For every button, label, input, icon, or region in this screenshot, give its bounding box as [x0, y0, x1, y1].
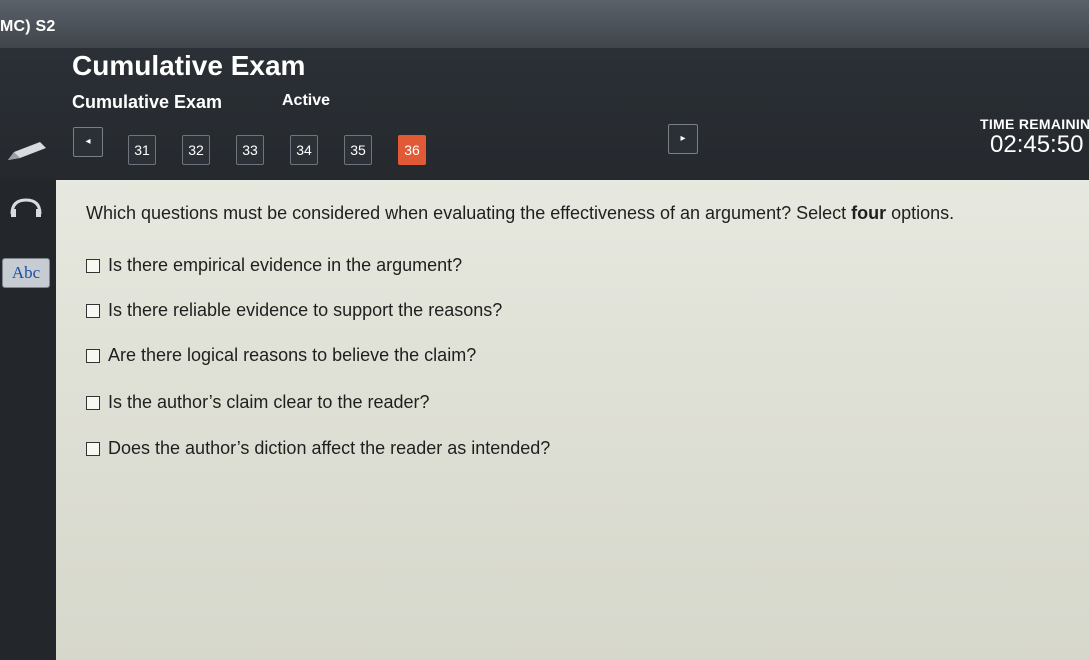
question-prefix: Which questions must be considered when … — [86, 203, 852, 223]
question-34-button[interactable]: 34 — [290, 135, 318, 165]
abc-tool-icon[interactable]: Abc — [2, 258, 50, 288]
option-label: Is the author’s claim clear to the reade… — [108, 392, 430, 412]
question-33-button[interactable]: 33 — [236, 135, 264, 165]
question-text: Which questions must be considered when … — [86, 203, 1076, 224]
question-31-button[interactable]: 31 — [128, 135, 156, 165]
answer-option[interactable]: Is there empirical evidence in the argum… — [86, 255, 462, 276]
option-label: Does the author’s diction affect the rea… — [108, 438, 551, 458]
option-label: Is there reliable evidence to support th… — [108, 300, 503, 320]
next-question-button[interactable]: ▸ — [668, 124, 698, 154]
answer-option[interactable]: Are there logical reasons to believe the… — [86, 345, 476, 366]
question-32-button[interactable]: 32 — [182, 135, 210, 165]
pencil-icon[interactable] — [6, 140, 48, 162]
previous-question-button[interactable]: ◂ — [73, 127, 103, 157]
checkbox[interactable] — [86, 303, 100, 318]
answer-option[interactable]: Is the author’s claim clear to the reade… — [86, 392, 430, 413]
question-suffix: options. — [886, 203, 955, 223]
answer-option[interactable]: Does the author’s diction affect the rea… — [86, 438, 550, 459]
tools-sidebar — [0, 180, 56, 660]
exam-status: Active — [282, 92, 331, 109]
course-label: MC) S2 — [0, 18, 56, 35]
headphones-icon[interactable] — [8, 196, 44, 218]
checkbox[interactable] — [86, 441, 100, 456]
question-emphasis: four — [851, 203, 887, 223]
answer-option[interactable]: Is there reliable evidence to support th… — [86, 300, 502, 321]
exam-subtitle: Cumulative Exam — [72, 92, 223, 112]
option-label: Is there empirical evidence in the argum… — [108, 255, 463, 275]
question-35-button[interactable]: 35 — [344, 135, 372, 165]
time-remaining-value: 02:45:50 — [990, 131, 1084, 158]
question-panel — [56, 180, 1089, 660]
option-label: Are there logical reasons to believe the… — [108, 345, 477, 365]
checkbox[interactable] — [86, 258, 100, 273]
checkbox[interactable] — [86, 395, 100, 410]
top-bar: MC) S2 — [0, 0, 1089, 48]
checkbox[interactable] — [86, 348, 100, 363]
question-36-button[interactable]: 36 — [398, 135, 426, 165]
exam-title: Cumulative Exam — [72, 50, 306, 81]
time-remaining-label: TIME REMAININ — [980, 116, 1089, 132]
